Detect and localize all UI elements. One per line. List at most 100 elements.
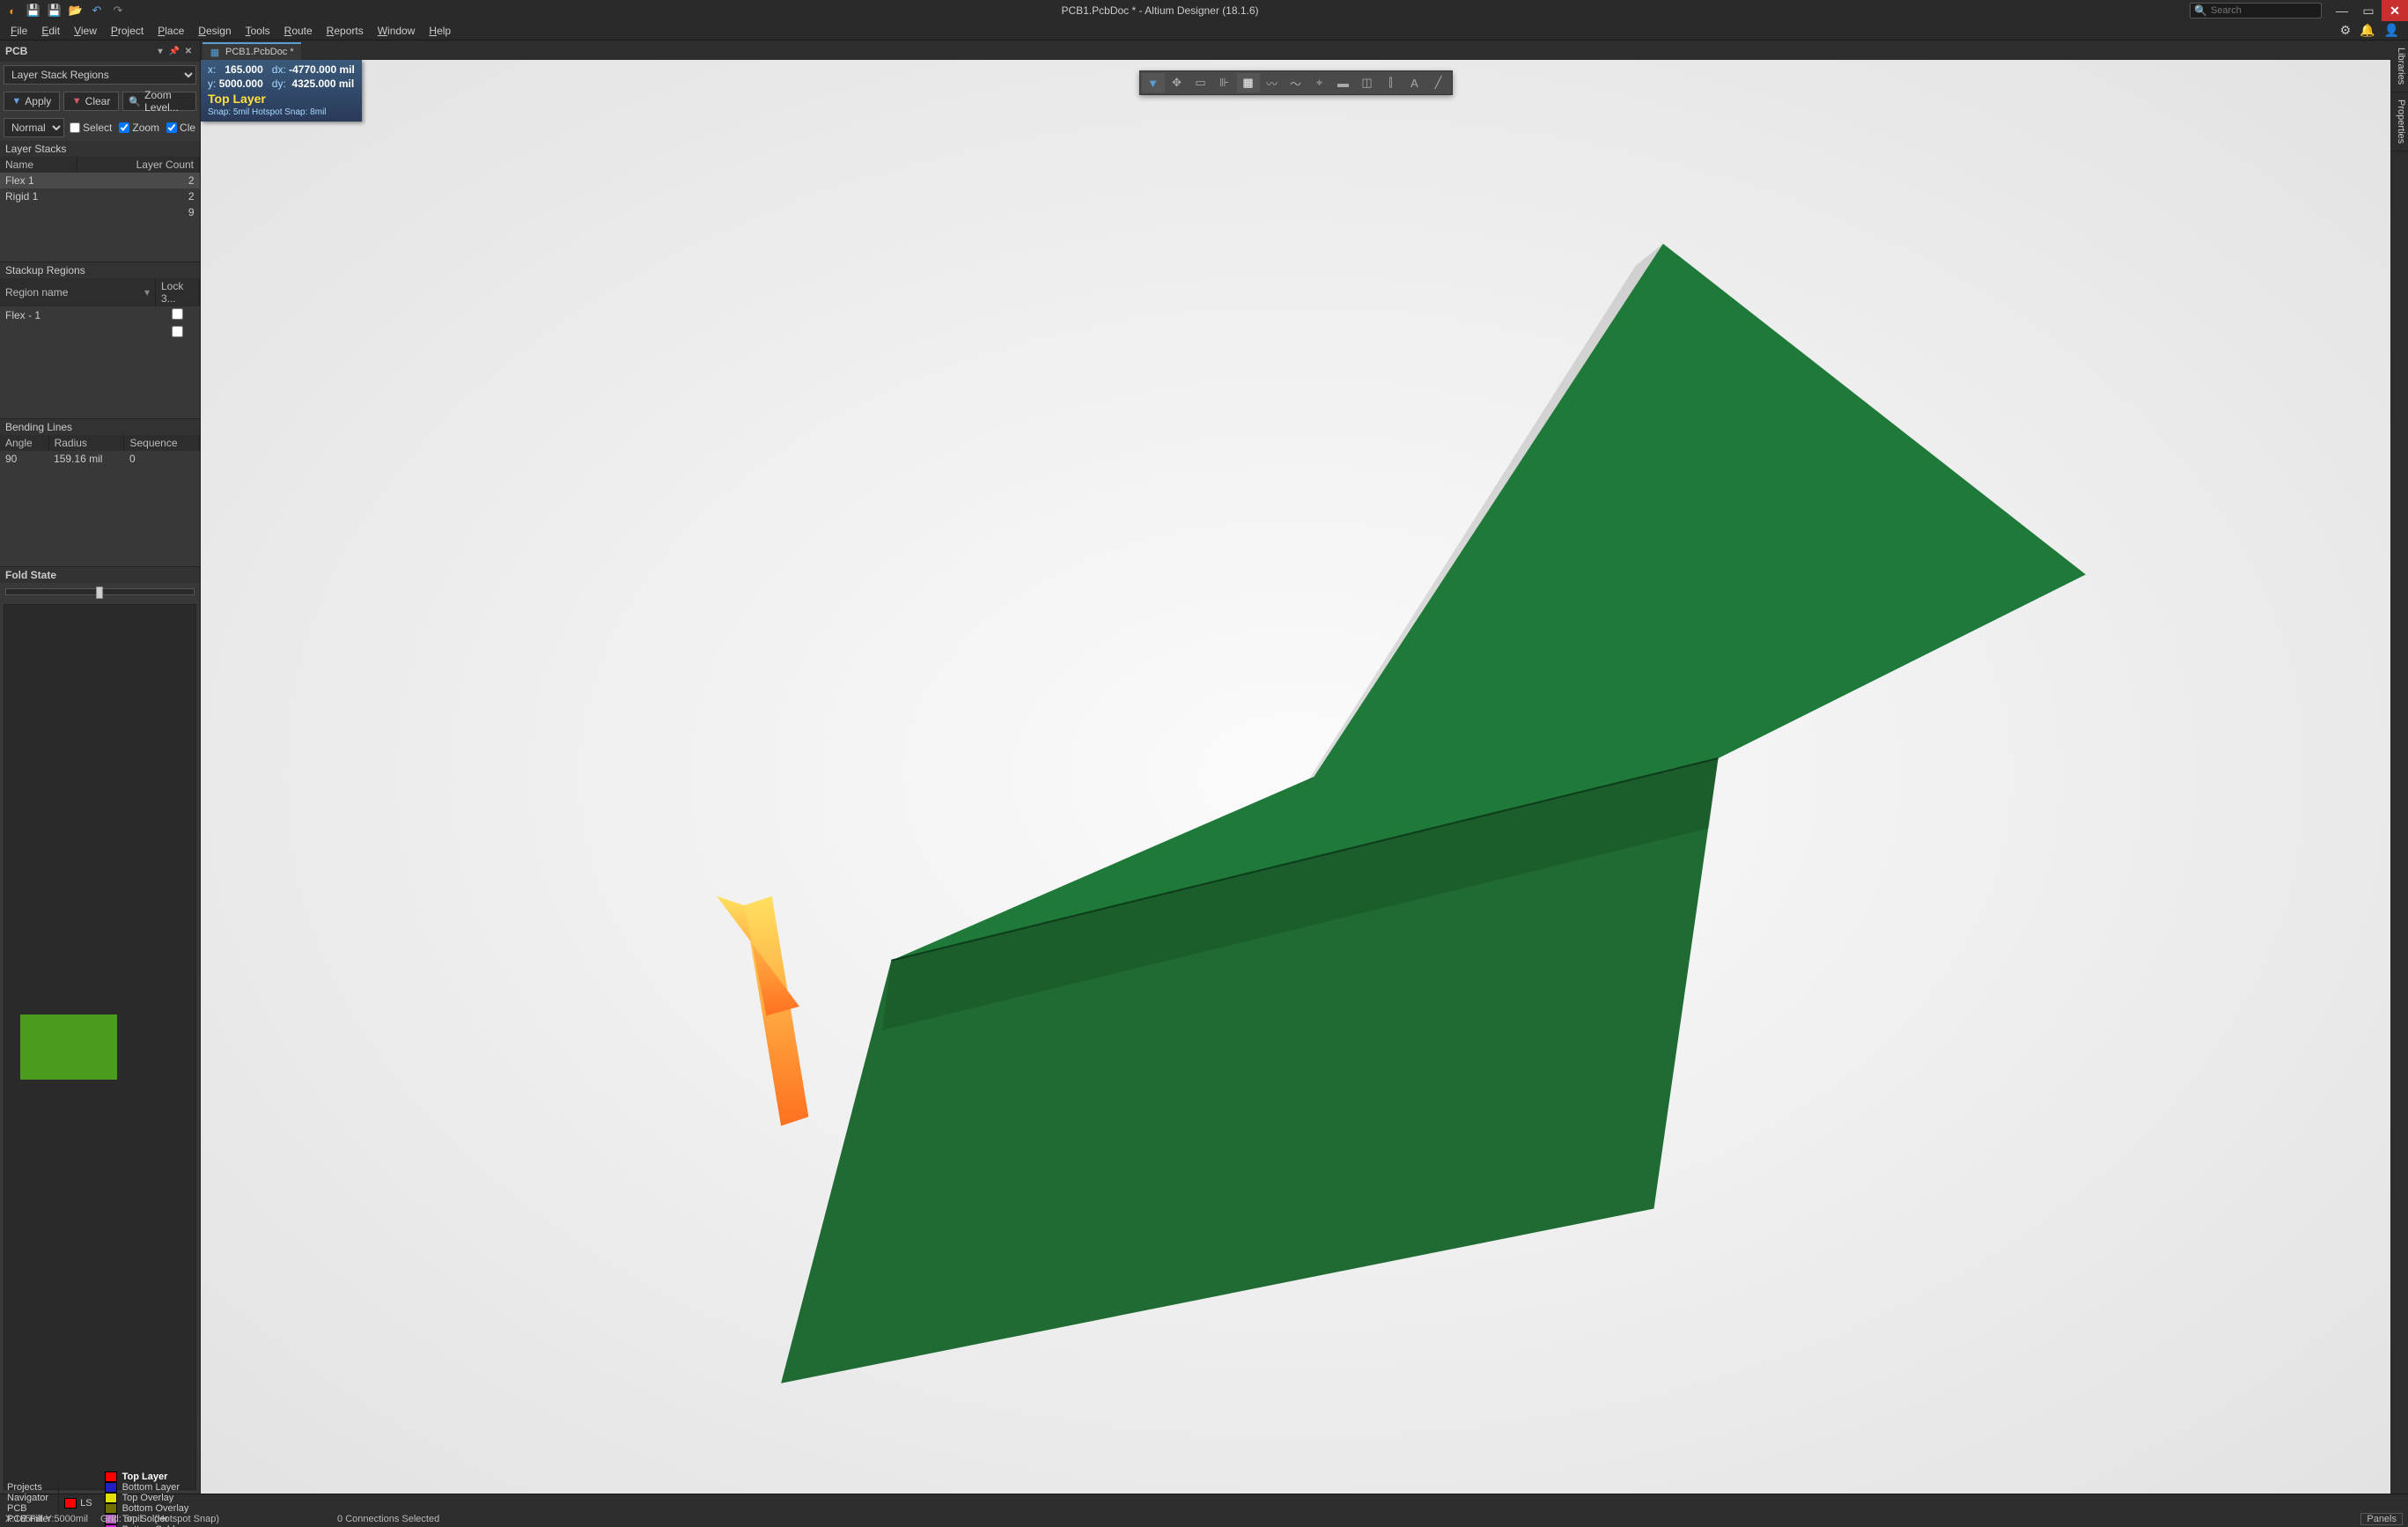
save-all-icon[interactable]: 💾 xyxy=(48,4,62,18)
layer-tab-bottom-layer[interactable]: Bottom Layer xyxy=(98,1482,196,1493)
text-tool-icon[interactable]: A xyxy=(1403,73,1426,92)
libraries-tab[interactable]: Libraries xyxy=(2390,41,2408,92)
bottom-bar: ProjectsNavigatorPCBPCB Filter LS Top La… xyxy=(0,1494,2408,1511)
maximize-button[interactable]: ▭ xyxy=(2355,0,2382,21)
fold-state-slider[interactable] xyxy=(5,588,195,595)
panel-header: PCB ▾ 📌 ✕ xyxy=(0,41,200,62)
panel-pin-icon[interactable]: 📌 xyxy=(168,47,180,56)
table-row[interactable] xyxy=(0,324,200,342)
search-input[interactable] xyxy=(2211,5,2317,16)
menu-place[interactable]: Place xyxy=(151,25,191,37)
layer-tab-bottom-overlay[interactable]: Bottom Overlay xyxy=(98,1503,196,1514)
filter-tool-icon[interactable]: ▼ xyxy=(1142,73,1165,92)
col-region-name[interactable]: Region name ▾ xyxy=(0,278,156,306)
menu-tools[interactable]: Tools xyxy=(239,25,277,37)
notifications-icon[interactable]: 🔔 xyxy=(2360,23,2375,38)
via-tool-icon[interactable]: ⌖ xyxy=(1308,73,1331,92)
user-icon[interactable]: 👤 xyxy=(2384,23,2399,38)
layer-tab-bottom-solder[interactable]: Bottom Solder xyxy=(98,1524,196,1527)
panel-dropdown-icon[interactable]: ▾ xyxy=(154,47,166,56)
col-angle[interactable]: Angle xyxy=(0,435,48,451)
bending-lines-table[interactable]: Angle Radius Sequence 90159.16 mil0 xyxy=(0,435,200,467)
measure-tool-icon[interactable]: 〜 xyxy=(1285,73,1307,92)
layer-set-chip[interactable]: LS xyxy=(59,1498,97,1509)
zoom-checkbox[interactable]: Zoom xyxy=(117,122,161,134)
panel-close-icon[interactable]: ✕ xyxy=(182,47,195,56)
clear-filter-icon: ▼ xyxy=(72,96,82,107)
document-tabs: ▦ PCB1.PcbDoc * xyxy=(201,41,2390,60)
workspace: ▦ PCB1.PcbDoc * xyxy=(201,41,2390,1494)
layer-tab-top-layer[interactable]: Top Layer xyxy=(98,1472,196,1482)
properties-tab[interactable]: Properties xyxy=(2390,92,2408,151)
menu-view[interactable]: View xyxy=(67,25,104,37)
board-svg xyxy=(201,60,2390,1494)
panel-mode-select[interactable]: Layer Stack Regions xyxy=(4,65,196,85)
pcb-3d-canvas[interactable] xyxy=(201,60,2390,1494)
layer-swatch xyxy=(105,1503,117,1514)
layer-stacks-table[interactable]: Name Layer Count Flex 12Rigid 129 xyxy=(0,157,200,220)
table-row[interactable]: Flex - 1 xyxy=(0,306,200,324)
table-row[interactable]: Rigid 12 xyxy=(0,188,200,204)
component-tool-icon[interactable]: ▬ xyxy=(1332,73,1355,92)
lock-checkbox[interactable] xyxy=(172,326,183,337)
layer-swatch xyxy=(105,1524,117,1527)
grid-tool-icon[interactable]: ▦ xyxy=(1237,73,1260,92)
display-mode-select[interactable]: Normal xyxy=(4,118,64,137)
histogram-tool-icon[interactable]: ⫿ xyxy=(1380,73,1403,92)
menu-route[interactable]: Route xyxy=(277,25,320,37)
col-lock-3d[interactable]: Lock 3... xyxy=(156,278,200,306)
menu-reports[interactable]: Reports xyxy=(320,25,371,37)
status-xy: X:165mil Y:5000mil xyxy=(5,1514,88,1524)
zoom-level-button[interactable]: 🔍Zoom Level... xyxy=(122,92,196,111)
settings-icon[interactable]: ⚙ xyxy=(2340,23,2352,38)
col-sequence[interactable]: Sequence xyxy=(124,435,200,451)
lock-checkbox[interactable] xyxy=(172,308,183,320)
clear-checkbox[interactable]: Cle xyxy=(165,122,197,134)
menu-project[interactable]: Project xyxy=(104,25,151,37)
bottom-tab-navigator[interactable]: Navigator xyxy=(0,1493,59,1503)
dropdown-icon[interactable]: ▾ xyxy=(144,286,150,299)
hud-snap: Snap: 5mil Hotspot Snap: 8mil xyxy=(208,107,355,118)
bending-lines-heading: Bending Lines xyxy=(0,419,200,435)
bottom-tab-projects[interactable]: Projects xyxy=(0,1482,59,1493)
right-dock-tabs: Libraries Properties xyxy=(2390,41,2408,1494)
table-row[interactable]: 9 xyxy=(0,204,200,220)
bottom-tab-pcb[interactable]: PCB xyxy=(0,1503,59,1514)
table-row[interactable]: 90159.16 mil0 xyxy=(0,451,200,467)
route-tool-icon[interactable]: 〰 xyxy=(1261,73,1284,92)
panels-button[interactable]: Panels xyxy=(2360,1513,2403,1525)
table-row[interactable]: Flex 12 xyxy=(0,173,200,188)
menu-file[interactable]: File xyxy=(4,25,34,37)
menu-edit[interactable]: Edit xyxy=(34,25,67,37)
select-rect-icon[interactable]: ▭ xyxy=(1189,73,1212,92)
apply-button[interactable]: ▼Apply xyxy=(4,92,60,111)
save-icon[interactable]: 💾 xyxy=(26,4,41,18)
chart-tool-icon[interactable]: ◫ xyxy=(1356,73,1379,92)
menu-window[interactable]: Window xyxy=(371,25,423,37)
search-box[interactable]: 🔍 xyxy=(2190,3,2322,18)
status-bar: X:165mil Y:5000mil Grid: 5mil (Hotspot S… xyxy=(0,1511,2408,1527)
panel-title: PCB xyxy=(5,45,152,57)
align-tool-icon[interactable]: ⊪ xyxy=(1213,73,1236,92)
minimize-button[interactable]: — xyxy=(2329,0,2355,21)
document-tab[interactable]: ▦ PCB1.PcbDoc * xyxy=(203,42,301,60)
redo-icon[interactable]: ↷ xyxy=(111,4,125,18)
fold-state-heading: Fold State xyxy=(0,567,200,583)
stackup-regions-table[interactable]: Region name ▾ Lock 3... Flex - 1 xyxy=(0,278,200,342)
fold-preview xyxy=(4,604,196,1490)
clear-button[interactable]: ▼Clear xyxy=(63,92,120,111)
menu-bar: FileEditViewProjectPlaceDesignToolsRoute… xyxy=(0,21,2408,41)
col-layer-count[interactable]: Layer Count xyxy=(77,157,200,173)
close-button[interactable]: ✕ xyxy=(2382,0,2408,21)
select-checkbox[interactable]: Select xyxy=(68,122,114,134)
move-tool-icon[interactable]: ✥ xyxy=(1166,73,1189,92)
col-radius[interactable]: Radius xyxy=(48,435,124,451)
open-icon[interactable]: 📂 xyxy=(69,4,83,18)
line-tool-icon[interactable]: ╱ xyxy=(1427,73,1450,92)
col-name[interactable]: Name xyxy=(0,157,77,173)
undo-icon[interactable]: ↶ xyxy=(90,4,104,18)
layer-tab-top-overlay[interactable]: Top Overlay xyxy=(98,1493,196,1503)
slider-thumb[interactable] xyxy=(96,586,103,599)
menu-help[interactable]: Help xyxy=(422,25,458,37)
menu-design[interactable]: Design xyxy=(191,25,238,37)
